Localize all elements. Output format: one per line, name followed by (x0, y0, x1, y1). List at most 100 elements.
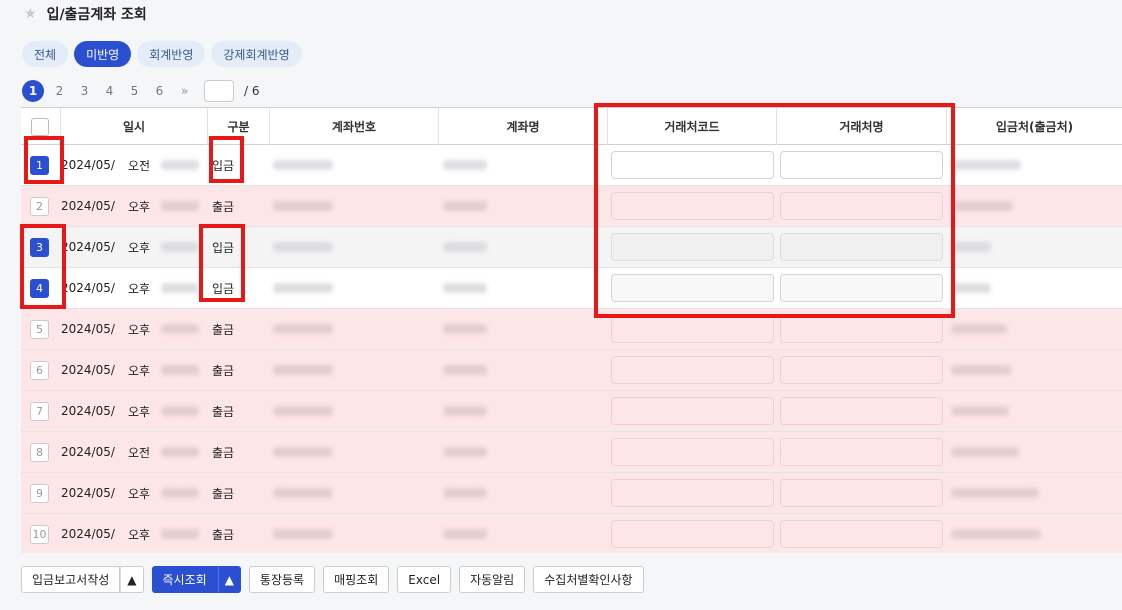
row-ampm: 오후 (128, 199, 151, 214)
table-row[interactable]: 7 2024/05/오후 출금 (21, 391, 1122, 432)
row-depositor-redacted (951, 488, 1039, 498)
row-time-redacted (161, 488, 199, 498)
row-number-checkbox[interactable]: 2 (30, 197, 49, 216)
partner-code-input[interactable] (611, 315, 774, 343)
partner-name-input[interactable] (780, 315, 943, 343)
header-partner-code[interactable]: 거래처코드 (608, 108, 777, 145)
partner-name-input[interactable] (780, 438, 943, 466)
tab-forced-accounting[interactable]: 강제회계반영 (211, 41, 302, 67)
row-type: 출금 (212, 363, 235, 378)
tab-accounting-reflected[interactable]: 회계반영 (137, 41, 206, 67)
instant-query-button[interactable]: 즉시조회 (151, 566, 218, 593)
partner-name-input[interactable] (780, 274, 943, 302)
page-6[interactable]: 6 (150, 80, 169, 102)
row-date: 2024/05/ (61, 445, 115, 459)
page-4[interactable]: 4 (100, 80, 119, 102)
row-ampm: 오후 (128, 486, 151, 501)
row-ampm: 오후 (128, 527, 151, 542)
partner-code-input[interactable] (611, 192, 774, 220)
partner-name-input[interactable] (780, 151, 943, 179)
row-number-checkbox[interactable]: 6 (30, 361, 49, 380)
header-type[interactable]: 구분 (208, 108, 270, 145)
table-row[interactable]: 9 2024/05/오후 출금 (21, 473, 1122, 514)
row-type: 출금 (212, 322, 235, 337)
header-account-no[interactable]: 계좌번호 (270, 108, 439, 145)
table-row[interactable]: 10 2024/05/오후 출금 (21, 514, 1122, 553)
row-number-checkbox[interactable]: 1 (30, 156, 49, 175)
row-number-checkbox[interactable]: 4 (30, 279, 49, 298)
row-account-no-redacted (273, 529, 333, 539)
header-datetime[interactable]: 일시 (61, 108, 208, 145)
row-type: 출금 (212, 404, 235, 419)
next-page-icon[interactable]: » (175, 84, 194, 98)
bottom-toolbar: 입금보고서작성 ▲ 즉시조회 ▲ 통장등록 매핑조회 Excel 자동알림 수집… (21, 566, 644, 593)
partner-code-input[interactable] (611, 438, 774, 466)
table-row[interactable]: 4 2024/05/오후 입금 (21, 268, 1122, 309)
tab-unreflected[interactable]: 미반영 (74, 41, 132, 67)
partner-code-input[interactable] (611, 274, 774, 302)
row-account-no-redacted (273, 447, 333, 457)
table-row[interactable]: 2 2024/05/오후 출금 (21, 186, 1122, 227)
page-2[interactable]: 2 (50, 80, 69, 102)
collector-check-button[interactable]: 수집처별확인사항 (533, 566, 644, 593)
deposit-report-caret-icon[interactable]: ▲ (120, 566, 144, 593)
page-5[interactable]: 5 (125, 80, 144, 102)
partner-name-input[interactable] (780, 356, 943, 384)
partner-code-input[interactable] (611, 520, 774, 548)
table-row[interactable]: 1 2024/05/오전 입금 (21, 145, 1122, 186)
row-number-checkbox[interactable]: 7 (30, 402, 49, 421)
row-account-name-redacted (443, 242, 487, 252)
row-depositor-redacted (951, 283, 991, 293)
header-partner-name[interactable]: 거래처명 (777, 108, 947, 145)
excel-button[interactable]: Excel (397, 566, 452, 593)
row-account-no-redacted (273, 160, 333, 170)
instant-query-caret-icon[interactable]: ▲ (217, 566, 241, 593)
partner-name-input[interactable] (780, 397, 943, 425)
partner-code-input[interactable] (611, 356, 774, 384)
header-depositor[interactable]: 입금처(출금처) (947, 108, 1122, 145)
partner-name-input[interactable] (780, 233, 943, 261)
partner-name-input[interactable] (780, 192, 943, 220)
mapping-query-button[interactable]: 매핑조회 (323, 566, 390, 593)
page-total: / 6 (244, 84, 260, 98)
row-account-no-redacted (273, 201, 333, 211)
row-ampm: 오전 (128, 158, 151, 173)
row-type: 출금 (212, 199, 235, 214)
row-number-checkbox[interactable]: 10 (30, 525, 49, 544)
tab-all[interactable]: 전체 (22, 41, 69, 67)
page-3[interactable]: 3 (75, 80, 94, 102)
header-account-name[interactable]: 계좌명 (439, 108, 608, 145)
passbook-register-button[interactable]: 통장등록 (248, 566, 316, 593)
partner-code-input[interactable] (611, 479, 774, 507)
partner-code-input[interactable] (611, 151, 774, 179)
star-icon[interactable]: ★ (24, 6, 37, 22)
row-account-no-redacted (273, 406, 333, 416)
partner-code-input[interactable] (611, 397, 774, 425)
page-number-input[interactable] (204, 80, 234, 102)
row-time-redacted (161, 201, 199, 211)
row-number-checkbox[interactable]: 8 (30, 443, 49, 462)
table-row[interactable]: 8 2024/05/오전 출금 (21, 432, 1122, 473)
deposit-report-button[interactable]: 입금보고서작성 (21, 566, 121, 593)
row-number-checkbox[interactable]: 9 (30, 484, 49, 503)
row-number-checkbox[interactable]: 3 (30, 238, 49, 257)
page-1[interactable]: 1 (22, 80, 44, 102)
row-ampm: 오전 (128, 445, 151, 460)
auto-alert-button[interactable]: 자동알림 (459, 566, 526, 593)
row-date: 2024/05/ (61, 527, 115, 541)
table-row[interactable]: 5 2024/05/오후 출금 (21, 309, 1122, 350)
row-date: 2024/05/ (61, 363, 115, 377)
table-row[interactable]: 3 2024/05/오후 입금 (21, 227, 1122, 268)
row-date: 2024/05/ (61, 281, 115, 295)
partner-code-input[interactable] (611, 233, 774, 261)
title-bar: ★ 입/출금계좌 조회 (24, 4, 147, 24)
partner-name-input[interactable] (780, 479, 943, 507)
row-depositor-redacted (951, 447, 1019, 457)
row-number-checkbox[interactable]: 5 (30, 320, 49, 339)
row-date: 2024/05/ (61, 404, 115, 418)
row-account-name-redacted (443, 406, 487, 416)
table-row[interactable]: 6 2024/05/오후 출금 (21, 350, 1122, 391)
select-all-checkbox[interactable] (31, 118, 49, 136)
partner-name-input[interactable] (780, 520, 943, 548)
deposit-report-split: 입금보고서작성 ▲ (21, 566, 144, 593)
